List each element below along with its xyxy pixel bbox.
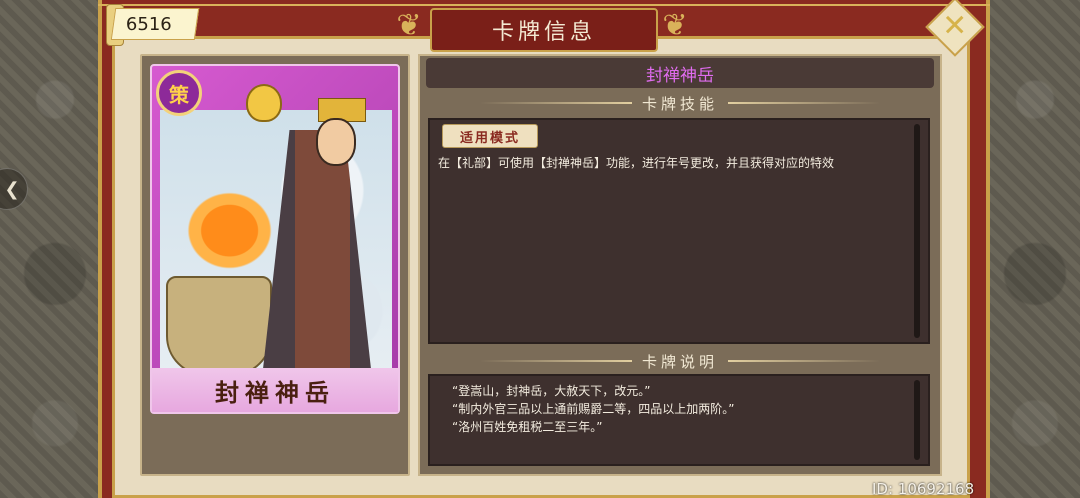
close-icon: ✕ [942,8,968,44]
title-ornament-right: ❦ [662,8,688,43]
currency-counter: 6516 [110,8,200,40]
card-title-bar: 封禅神岳 [426,58,934,88]
gold-bag-art [246,84,282,122]
arrow-icon: ❮ [4,178,20,200]
card-type-label: 策 [169,82,189,107]
mode-tag: 适用模式 [442,124,538,148]
skill-section-label: 卡牌技能 [642,94,719,113]
title-plaque: 卡牌信息 [430,8,658,52]
desc-line: “制内外官三品以上通前赐爵二等，四品以上加两阶。” [452,402,735,416]
left-decor-panel: ❮ [0,0,110,498]
mode-tag-label: 适用模式 [459,130,520,146]
desc-line: “洛州百姓免租税二至三年。” [452,420,603,434]
card-type-badge: 策 [156,70,202,116]
cauldron-art [166,276,272,376]
title-ornament-left: ❦ [396,8,422,43]
desc-section-label: 卡牌说明 [642,352,719,371]
desc-scrollbar[interactable] [914,380,920,460]
right-decor-panel [990,0,1080,498]
skill-box [428,118,930,344]
card-title: 封禅神岳 [646,65,714,86]
frame-top-trim [98,4,990,6]
skill-scrollbar[interactable] [914,124,920,338]
player-id: ID: 10692168 [872,480,975,498]
page-title: 卡牌信息 [491,20,596,45]
card-name-bar: 封禅神岳 [152,368,398,412]
desc-lines: “登嵩山，封神岳，大赦天下，改元。” “制内外官三品以上通前赐爵二等，四品以上加… [452,382,902,436]
desc-line: “登嵩山，封神岳，大赦天下，改元。” [452,384,651,398]
side-arrow-button[interactable]: ❮ [0,168,28,210]
emperor-head-art [316,118,356,166]
desc-section-heading: 卡牌说明 [470,350,890,372]
card-name: 封禅神岳 [215,377,335,407]
skill-description: 在【礼部】可使用【封禅神岳】功能，进行年号更改，并且获得对应的特效 [438,156,835,170]
skill-section-heading: 卡牌技能 [470,92,890,114]
currency-value: 6516 [126,13,172,35]
